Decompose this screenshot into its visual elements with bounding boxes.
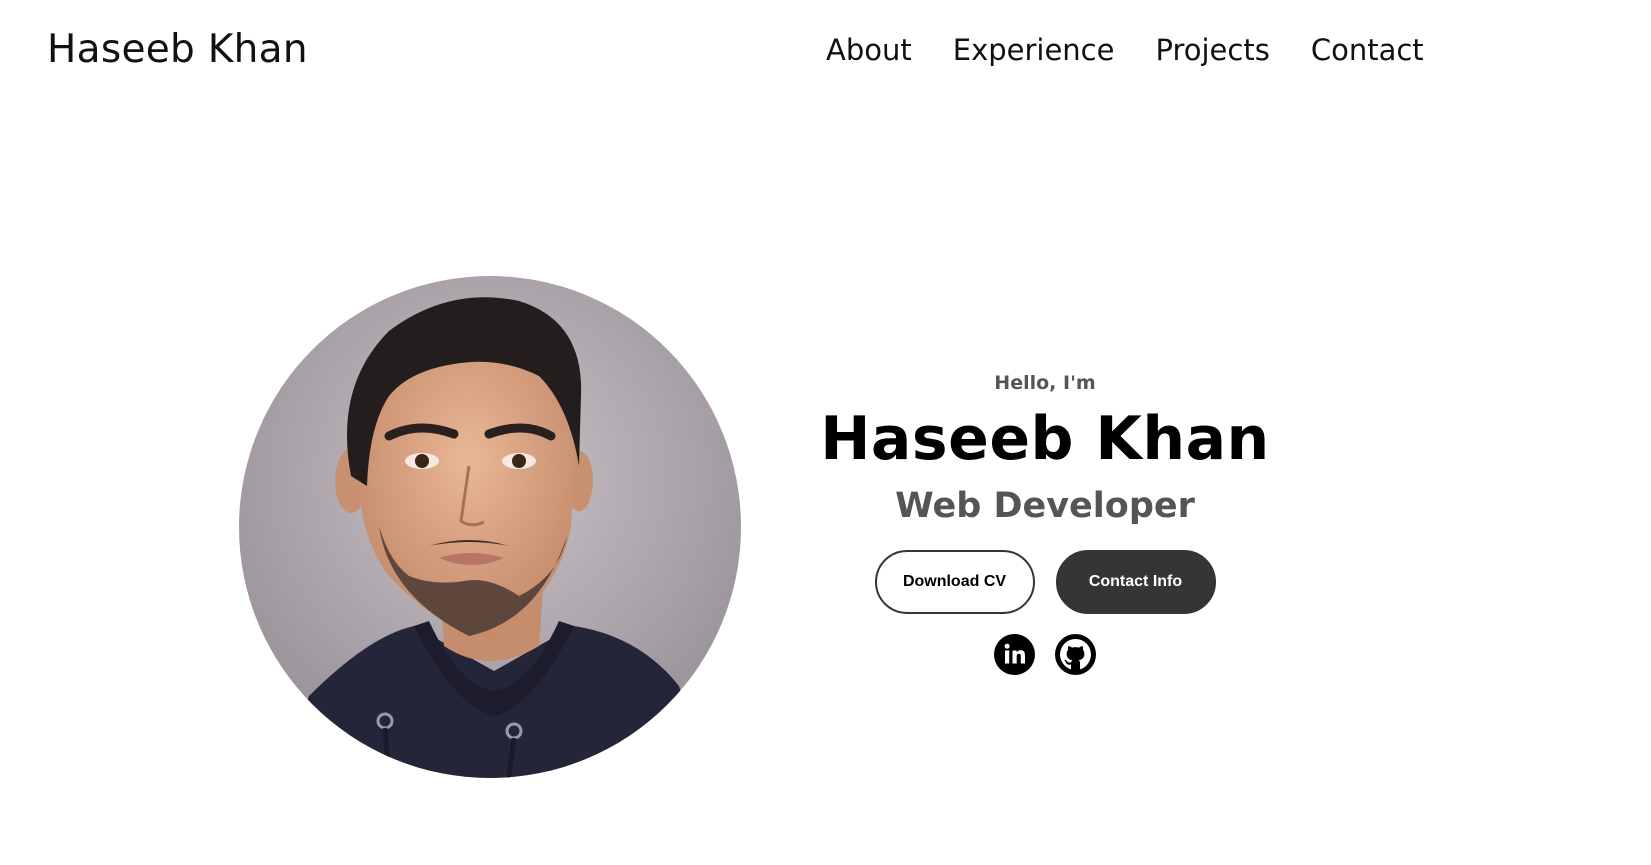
nav-link-contact[interactable]: Contact — [1311, 36, 1424, 65]
download-cv-button[interactable]: Download CV — [874, 550, 1035, 614]
profile-picture — [239, 276, 741, 778]
social-links — [800, 634, 1290, 675]
nav-link-about[interactable]: About — [826, 36, 912, 65]
hero-buttons: Download CV Contact Info — [800, 550, 1290, 614]
github-icon[interactable] — [1055, 634, 1096, 675]
main-nav: About Experience Projects Contact — [826, 36, 1424, 65]
page: Haseeb Khan About Experience Projects Co… — [0, 0, 1651, 865]
hero-title: Web Developer — [895, 486, 1195, 526]
site-logo[interactable]: Haseeb Khan — [47, 30, 308, 69]
contact-info-button[interactable]: Contact Info — [1055, 550, 1216, 614]
hero-section: Hello, I'm Haseeb Khan Web Developer Dow… — [800, 368, 1290, 675]
nav-link-experience[interactable]: Experience — [953, 36, 1115, 65]
hero-name: Haseeb Khan — [820, 404, 1270, 474]
linkedin-icon[interactable] — [994, 634, 1035, 675]
greeting-text: Hello, I'm — [994, 372, 1096, 394]
profile-portrait-illustration — [239, 276, 741, 778]
nav-link-projects[interactable]: Projects — [1155, 36, 1269, 65]
